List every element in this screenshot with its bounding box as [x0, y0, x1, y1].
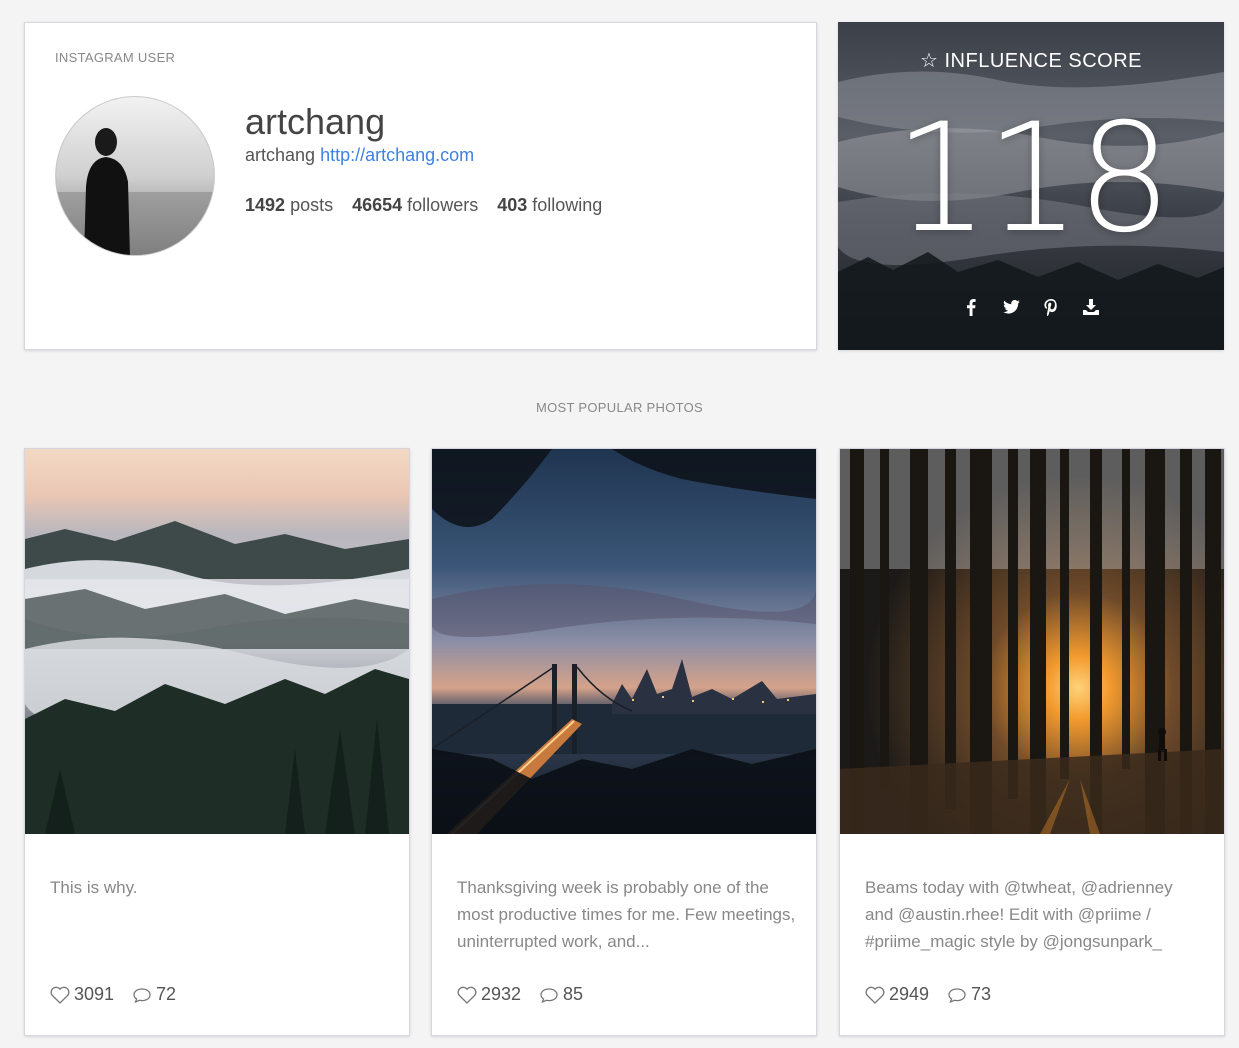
photo-image[interactable] [840, 449, 1224, 834]
score-value: 118 [893, 92, 1172, 266]
bio-line: artchang http://artchang.com [245, 145, 474, 166]
facebook-icon[interactable] [962, 298, 980, 316]
star-icon: ☆ [919, 50, 939, 72]
heart-icon[interactable] [457, 986, 477, 1004]
photo-image[interactable] [432, 449, 816, 834]
following-label: following [532, 195, 603, 215]
heart-icon[interactable] [865, 986, 885, 1004]
likes-count: 2949 [889, 984, 930, 1004]
comment-icon[interactable] [539, 986, 559, 1004]
download-icon[interactable] [1082, 298, 1100, 316]
photo-meta: 2932 85 [457, 984, 601, 1005]
score-title-text: INFLUENCE SCORE [944, 50, 1143, 72]
twitter-icon[interactable] [1002, 298, 1020, 316]
username: artchang [245, 101, 386, 142]
posts-count: 1492 [245, 195, 286, 215]
posts-stat: 1492 posts [245, 195, 333, 216]
comment-icon[interactable] [947, 986, 967, 1004]
share-icons [838, 298, 1224, 316]
followers-label: followers [407, 195, 479, 215]
followers-count: 46654 [352, 195, 403, 215]
photo-caption: Beams today with @twheat, @adrienney and… [865, 878, 1173, 951]
profile-card: INSTAGRAM USER artchang artchang http://… [24, 22, 817, 350]
comment-icon[interactable] [132, 986, 152, 1004]
following-count: 403 [497, 195, 528, 215]
pinterest-icon[interactable] [1042, 298, 1060, 316]
comments-count: 85 [563, 984, 584, 1004]
likes-count: 2932 [481, 984, 522, 1004]
profile-section-label: INSTAGRAM USER [55, 50, 176, 65]
photo-caption: This is why. [50, 878, 138, 897]
posts-label: posts [290, 195, 334, 215]
likes-count: 3091 [74, 984, 115, 1004]
photo-card[interactable]: Thanksgiving week is probably one of the… [431, 448, 817, 1036]
photo-card[interactable]: This is why. 3091 72 [24, 448, 410, 1036]
photo-image[interactable] [25, 449, 409, 834]
popular-photos-label: MOST POPULAR PHOTOS [535, 400, 704, 415]
avatar[interactable] [55, 96, 215, 256]
influence-score-card: ☆ INFLUENCE SCORE 118 [838, 22, 1224, 350]
comments-count: 72 [156, 984, 177, 1004]
photo-caption: Thanksgiving week is probably one of the… [457, 878, 796, 951]
website-link[interactable]: http://artchang.com [320, 145, 474, 165]
photo-meta: 2949 73 [865, 984, 1009, 1005]
followers-stat[interactable]: 46654 followers [352, 195, 478, 216]
photo-meta: 3091 72 [50, 984, 194, 1005]
bio-name: artchang [245, 145, 316, 165]
heart-icon[interactable] [50, 986, 70, 1004]
photo-card[interactable]: Beams today with @twheat, @adrienney and… [839, 448, 1225, 1036]
following-stat[interactable]: 403 following [497, 195, 602, 216]
comments-count: 73 [971, 984, 992, 1004]
score-title: ☆ INFLUENCE SCORE [838, 48, 1224, 73]
profile-stats: 1492 posts 46654 followers 403 following [245, 195, 602, 216]
